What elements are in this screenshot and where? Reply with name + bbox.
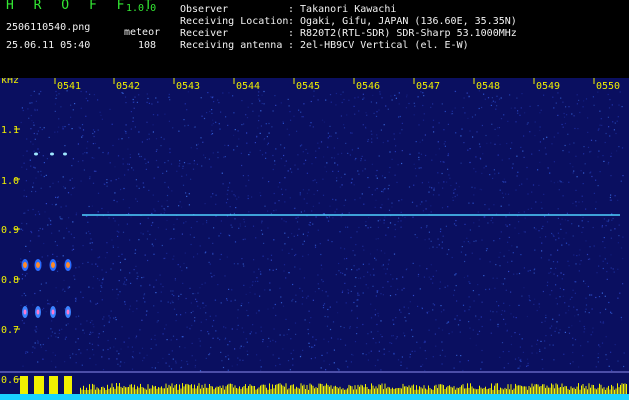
header-panel: H R O F F T 1.0.0 2506110540.png meteor … [0,0,629,78]
x-tick-label: 0546 [356,81,380,92]
receiver-value: : R820T2(RTL-SDR) SDR-Sharp 53.1000MHz [288,28,517,39]
x-tick-label: 0543 [176,81,200,92]
file-name: 2506110540.png [6,22,91,33]
x-tick-label: 0544 [236,81,260,92]
y-tick-label: 0.8 [1,275,19,286]
antenna-label: Receiving antenna [180,40,283,51]
y-tick-label: 1.0 [1,176,19,187]
x-tick-label: 0550 [596,81,620,92]
y-tick-label: 0.7 [1,325,19,336]
x-tick-label: 0542 [116,81,140,92]
spectrogram-background [0,78,629,400]
location-value: : Ogaki, Gifu, JAPAN (136.60E, 35.35N) [288,16,517,27]
mode-label: meteor [124,27,161,38]
antenna-value: : 2el-HB9CV Vertical (el. E-W) [288,40,469,51]
x-tick-label: 0541 [57,81,81,92]
observer-label: Observer [180,4,229,15]
observer-value: : Takanori Kawachi [288,4,397,15]
y-tick-label: 0.9 [1,225,19,236]
location-label: Receiving Location [180,16,289,27]
x-tick-label: 0547 [416,81,440,92]
detection-count: 108 [138,40,157,51]
date-time: 25.06.11 05:40 [6,40,91,51]
x-tick-label: 0545 [296,81,320,92]
y-unit-label: kHz [1,78,19,86]
x-tick-label: 0549 [536,81,560,92]
receiver-label: Receiver [180,28,229,39]
spectrogram-panel: kHz 1.1 1.0 0.9 0.8 0.7 0.6 0541 0542 05… [0,78,629,400]
y-tick-label: 1.1 [1,125,19,136]
y-tick-label: 0.6 [1,375,19,386]
app-version: 1.0.0 [126,3,157,14]
x-tick-label: 0548 [476,81,500,92]
